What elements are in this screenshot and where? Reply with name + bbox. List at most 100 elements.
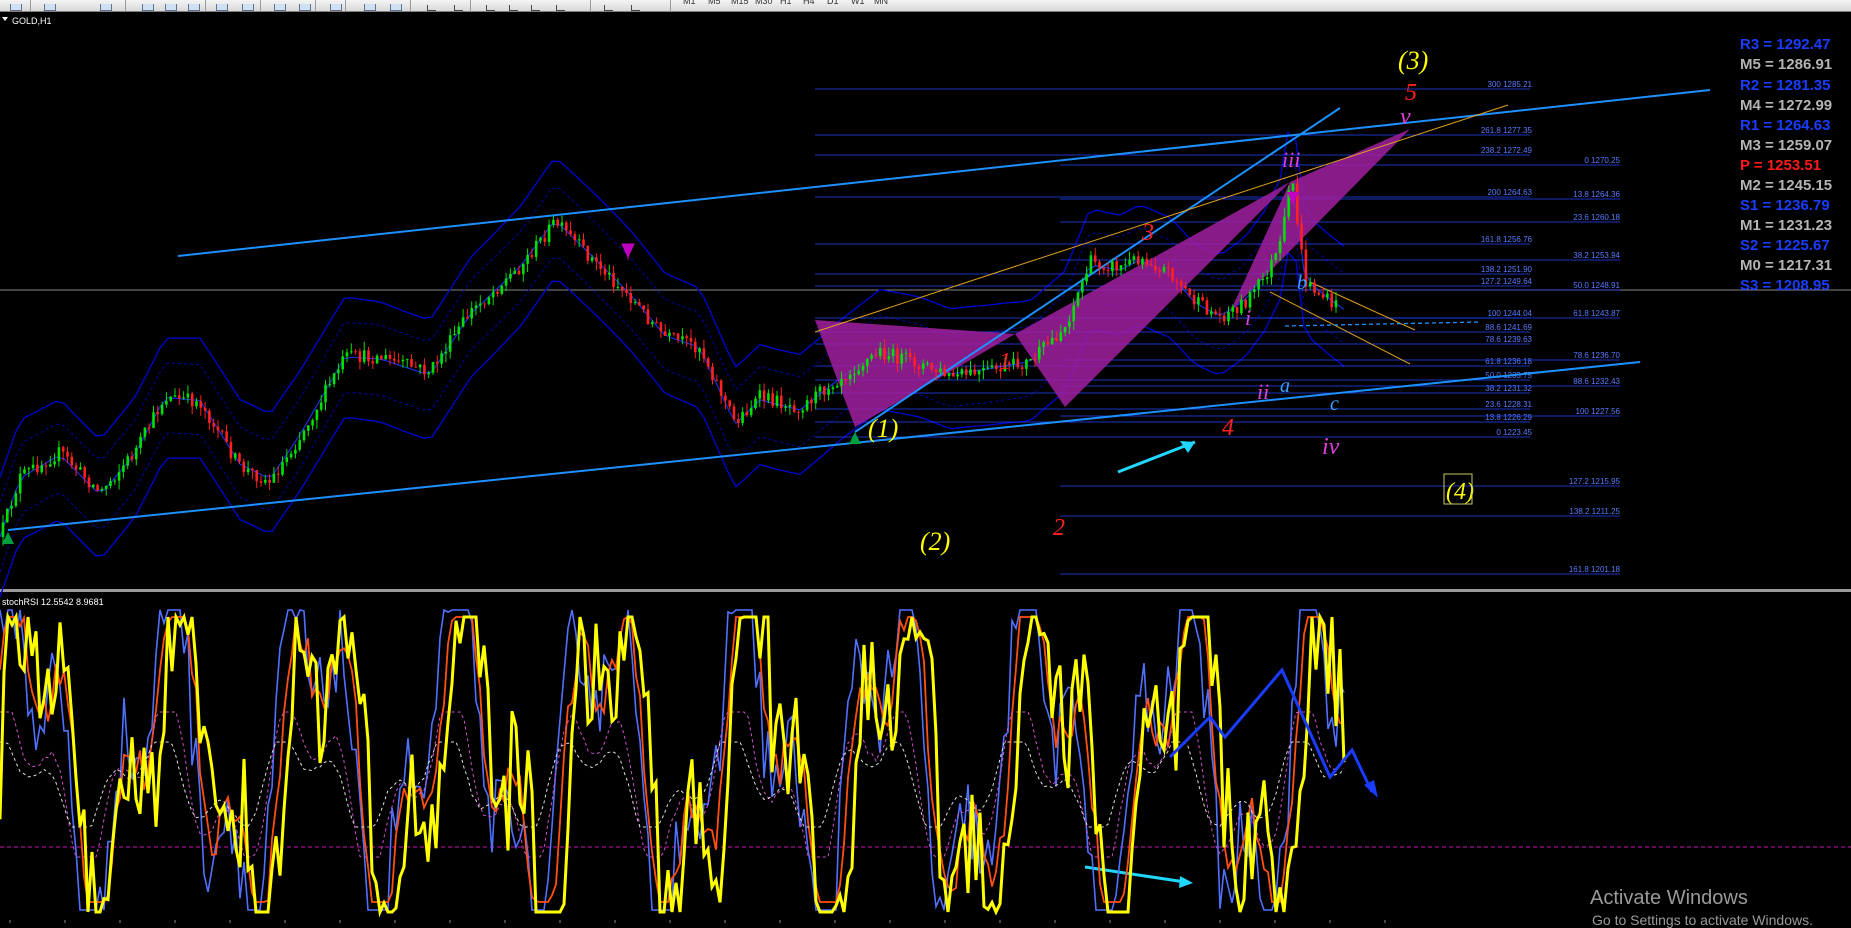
wave-label-iv: iv	[1322, 434, 1340, 460]
candle-body	[1059, 332, 1063, 341]
label-icon[interactable]	[600, 0, 616, 11]
toolbar-separator	[410, 0, 411, 11]
candle-body	[964, 369, 968, 375]
candle-body	[651, 322, 654, 324]
crosshair-icon[interactable]	[450, 0, 466, 11]
candle-body	[737, 419, 740, 423]
timeframe-mn[interactable]: MN	[874, 0, 888, 6]
market-watch-icon[interactable]	[98, 0, 114, 11]
wave-label-v: v	[1400, 104, 1411, 130]
candle-body	[31, 464, 35, 469]
shapes-icon[interactable]	[627, 0, 643, 11]
profiles-icon[interactable]	[42, 0, 58, 11]
candle-body	[126, 456, 129, 466]
vertical-line-icon[interactable]	[482, 0, 498, 11]
candle-body	[612, 272, 615, 287]
timeframe-d1[interactable]: D1	[827, 0, 839, 6]
candle-body	[427, 372, 430, 375]
horizontal-line-icon[interactable]	[505, 0, 521, 11]
candle-body	[659, 322, 663, 332]
candle-body	[582, 239, 585, 246]
wave-a-line	[1284, 321, 1481, 327]
candle-body	[835, 385, 839, 388]
fib-a-label: 138.2 1251.90	[1481, 265, 1533, 274]
candle-body	[522, 263, 525, 275]
candle-body	[917, 366, 921, 369]
timeframe-w1[interactable]: W1	[851, 0, 865, 6]
toolbar-separator	[470, 0, 471, 11]
fib-b-label: 61.8 1243.87	[1573, 309, 1620, 318]
candle-body	[534, 240, 538, 257]
candle-body	[530, 255, 534, 257]
timeframe-m30[interactable]: M30	[755, 0, 773, 6]
timeframe-m15[interactable]: M15	[731, 0, 749, 6]
candle-body	[513, 270, 516, 274]
candle-body	[44, 465, 48, 467]
chart-area[interactable]: GOLD,H1 300 1285.21 261.8 1277.35 238.2 127…	[0, 12, 1851, 923]
candle-body	[173, 395, 177, 397]
candle-body	[620, 286, 624, 290]
chart-shift-icon[interactable]	[297, 0, 313, 11]
candle-body	[685, 336, 688, 338]
cursor-icon[interactable]	[423, 0, 439, 11]
tile-icon[interactable]	[240, 0, 256, 11]
candle-body	[573, 234, 577, 240]
candle-body	[921, 363, 925, 369]
cyan-arrowhead-down	[1179, 876, 1193, 888]
zoom-out-icon[interactable]	[214, 0, 230, 11]
candle-body	[1330, 293, 1333, 308]
orange-trendline-3	[1309, 281, 1416, 331]
templates-icon[interactable]	[388, 0, 404, 11]
orange-trendline-2	[1269, 291, 1411, 365]
timeframe-h1[interactable]: H1	[780, 0, 792, 6]
candle-body	[857, 370, 860, 375]
candle-body	[208, 410, 211, 423]
candle-body	[375, 355, 379, 364]
candle-body	[1115, 261, 1118, 271]
data-window-icon[interactable]	[140, 0, 156, 11]
wave-label-4-major: (4)	[1446, 479, 1474, 505]
candle-body	[122, 465, 125, 473]
candle-body	[436, 362, 439, 364]
indicators-icon[interactable]	[328, 0, 344, 11]
candle-body	[1098, 261, 1101, 268]
candle-body	[1321, 294, 1325, 298]
candle-body	[758, 390, 762, 399]
pivot-r1: R1 = 1264.63	[1740, 117, 1831, 134]
periods-icon[interactable]	[362, 0, 378, 11]
navigator-icon[interactable]	[163, 0, 179, 11]
timeframe-m1[interactable]: M1	[683, 0, 696, 6]
candle-body	[569, 230, 572, 235]
candle-body	[1317, 292, 1321, 295]
timeframe-h4[interactable]: H4	[803, 0, 815, 6]
candle-body	[165, 400, 168, 405]
new-order-icon[interactable]	[8, 0, 24, 11]
zoom-in-icon[interactable]	[186, 0, 202, 11]
candle-body	[264, 479, 267, 483]
fib-a-label: 88.6 1241.69	[1485, 323, 1532, 332]
candle-body	[1102, 267, 1106, 270]
candle-body	[324, 384, 327, 403]
pivot-p: P = 1253.51	[1740, 157, 1822, 174]
candle-body	[1231, 306, 1235, 312]
candle-body	[1149, 264, 1153, 266]
candle-body	[87, 477, 91, 488]
cyan-arrow-up	[1117, 440, 1196, 474]
candle-body	[844, 379, 848, 380]
fib-a-label: 200 1264.63	[1488, 188, 1533, 197]
candle-body	[784, 406, 787, 408]
candle-body	[969, 369, 972, 375]
text-icon[interactable]	[552, 0, 568, 11]
candle-body	[805, 400, 809, 411]
candle-body	[1068, 321, 1071, 327]
candle-body	[1291, 183, 1295, 191]
autoscroll-icon[interactable]	[272, 0, 288, 11]
candle-body	[272, 473, 276, 483]
candle-body	[113, 480, 117, 482]
timeframe-m5[interactable]: M5	[708, 0, 721, 6]
candle-body	[14, 493, 18, 506]
candle-body	[939, 368, 942, 373]
trendline-icon[interactable]	[527, 0, 543, 11]
candle-body	[823, 386, 826, 395]
candle-body	[457, 326, 461, 334]
